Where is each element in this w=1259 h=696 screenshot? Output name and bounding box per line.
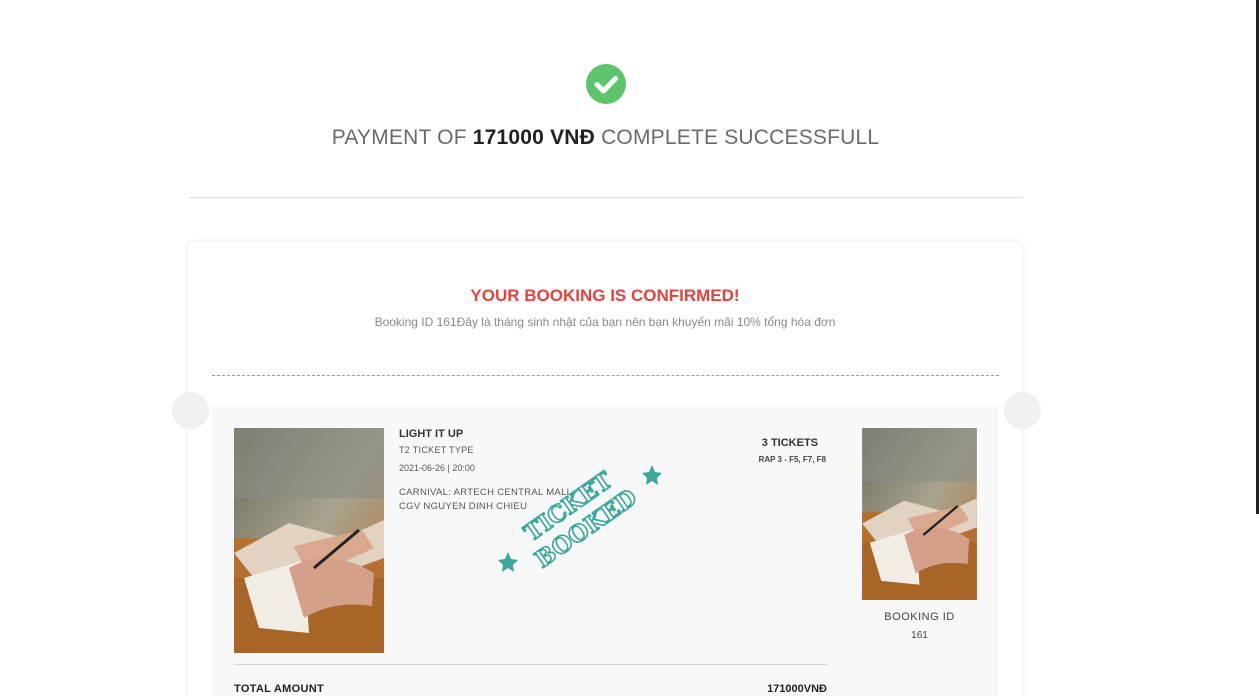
ticket-type: T2 TICKET TYPE [399, 445, 474, 455]
show-datetime: 2021-06-26 | 20:00 [399, 463, 475, 473]
booking-confirmed-title: YOUR BOOKING IS CONFIRMED! [470, 286, 740, 305]
total-amount-label: TOTAL AMOUNT [234, 683, 324, 695]
ticket-tear-line [212, 375, 999, 376]
stamp-star-icon [498, 552, 518, 572]
movie-title: LIGHT IT UP [399, 428, 464, 440]
total-amount-value: 171000VNĐ [767, 683, 827, 695]
booking-note: Booking ID 161Đây là tháng sinh nhật của… [374, 315, 836, 329]
payment-prefix: PAYMENT OF [331, 126, 467, 149]
ticket-divider [234, 664, 827, 665]
ticket-booked-stamp: TICKET BOOKED [498, 465, 662, 574]
seat-info: RAP 3 - F5, F7, F8 [758, 455, 826, 464]
payment-success-page: PAYMENT OF 171000 VNĐ COMPLETE SUCCESSFU… [0, 0, 1259, 696]
header-divider [189, 197, 1022, 198]
ticket-count: 3 TICKETS [761, 437, 818, 449]
check-circle-icon [586, 64, 626, 104]
booking-id-value: 161 [911, 630, 928, 641]
booking-poster-thumbnail [862, 428, 977, 600]
payment-status-heading: PAYMENT OF 171000 VNĐ COMPLETE SUCCESSFU… [0, 126, 1211, 150]
movie-poster [234, 428, 384, 653]
payment-amount: 171000 VNĐ [472, 126, 596, 149]
ticket-notch-right [1004, 392, 1041, 429]
stamp-star-icon [642, 465, 662, 485]
booking-id-label: BOOKING ID [884, 611, 955, 623]
ticket-notch-left [172, 392, 209, 429]
payment-suffix: COMPLETE SUCCESSFULL [601, 126, 880, 149]
